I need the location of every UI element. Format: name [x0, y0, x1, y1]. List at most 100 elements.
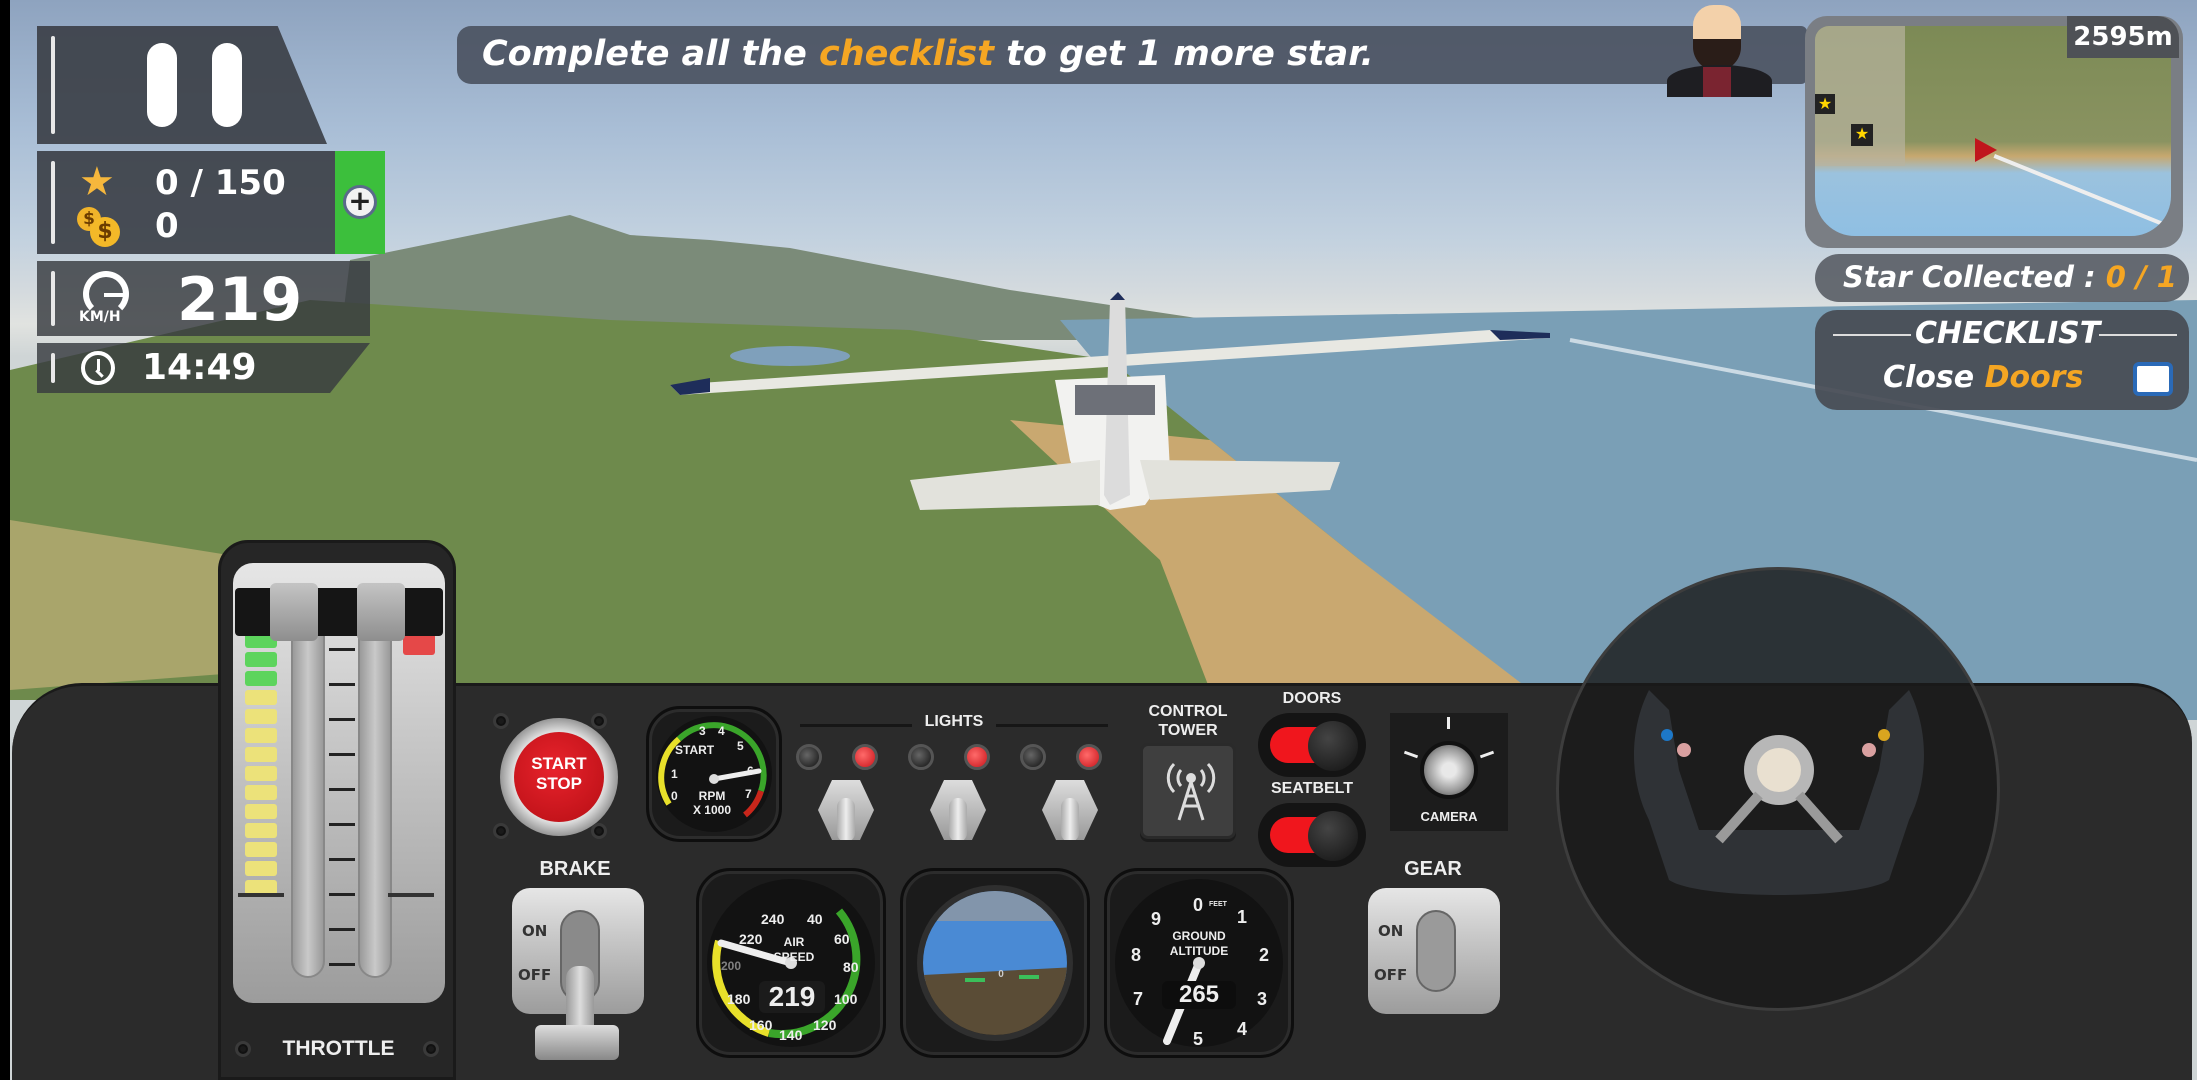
gear-lever[interactable] [1416, 910, 1456, 992]
star-collected-label: Star Collected : [1843, 260, 2106, 294]
route-line [1993, 154, 2171, 233]
brake-switch[interactable]: ON OFF [512, 888, 644, 1056]
altitude-label: GROUND [1172, 929, 1226, 943]
throttle-tick [329, 963, 355, 966]
light-indicator [964, 744, 990, 770]
hint-text: Complete all the checklist to get 1 more… [482, 34, 1374, 74]
hint-banner: Complete all the checklist to get 1 more… [457, 26, 1807, 84]
light-indicator [1076, 744, 1102, 770]
altitude-tick: 4 [1237, 1019, 1248, 1039]
altitude-unit: FEET [1209, 901, 1227, 908]
pause-icon[interactable] [212, 43, 242, 127]
gear-switch[interactable]: ON OFF [1368, 888, 1500, 1014]
coins-count: 0 [155, 206, 179, 246]
airspeed-tick: 240 [761, 911, 785, 927]
start-label: START [531, 754, 587, 773]
altitude-readout: 265 [1162, 981, 1236, 1009]
throttle-tick [329, 893, 355, 896]
rpm-tick: 7 [745, 787, 752, 801]
rpm-tick: 3 [699, 724, 706, 738]
throttle-led [245, 671, 277, 686]
map-star-icon: ★ [1815, 94, 1835, 114]
airspeed-readout: 219 [759, 981, 825, 1013]
rpm-gauge: START 0 1 3 4 5 6 7 RPM X 1000 [646, 706, 782, 842]
control-tower-label: TOWER [1158, 722, 1218, 739]
camera-knob-panel: CAMERA [1390, 713, 1508, 831]
yoke-icon [1634, 690, 1924, 895]
light-indicator [908, 744, 934, 770]
altitude-tick: 8 [1131, 945, 1142, 965]
speed-panel: KM/H 219 [37, 261, 370, 336]
time-value: 14:49 [142, 347, 257, 388]
time-panel: 14:49 [37, 343, 370, 393]
altitude-tick: 1 [1237, 907, 1248, 927]
speedometer-icon [77, 267, 137, 317]
coin-icon: $ $ [77, 207, 121, 247]
add-currency-button[interactable]: + [335, 151, 385, 254]
checklist-item-verb: Close [1883, 360, 1985, 395]
light-indicator [852, 744, 878, 770]
airspeed-tick: 80 [843, 959, 859, 975]
altitude-tick: 3 [1257, 989, 1268, 1009]
throttle-tick [329, 648, 355, 651]
throttle-led [245, 766, 277, 781]
player-arrow-icon [1975, 138, 1997, 162]
throttle-housing: THROTTLE [218, 540, 456, 1080]
pause-panel[interactable] [37, 26, 327, 144]
checklist-item-object: Doors [1984, 360, 2084, 395]
pause-icon[interactable] [147, 43, 177, 127]
throttle-tick [329, 683, 355, 686]
hud-divider [51, 36, 55, 134]
throttle-led [245, 728, 277, 743]
doors-toggle[interactable] [1258, 713, 1366, 777]
checklist-panel: CHECKLIST Close Doors [1815, 310, 2189, 410]
minimap[interactable]: ★ ★ 2595m [1805, 16, 2183, 248]
airspeed-tick: 60 [834, 931, 850, 947]
seatbelt-label: SEATBELT [1270, 780, 1354, 797]
throttle-led [245, 690, 277, 705]
distance-readout: 2595m [2067, 16, 2179, 58]
checklist-checkbox[interactable] [2133, 362, 2173, 396]
altitude-tick: 9 [1151, 909, 1162, 929]
start-stop-button[interactable]: START STOP [500, 718, 618, 836]
yoke-control[interactable] [1556, 567, 2000, 1011]
doors-label: DOORS [1282, 690, 1342, 707]
light-indicator [1020, 744, 1046, 770]
altitude-gauge: 0 FEET 1 2 3 4 5 7 8 9 GROUND ALTITUDE 26… [1104, 868, 1294, 1058]
throttle-track-right [358, 633, 392, 978]
throttle-tick [329, 928, 355, 931]
airspeed-tick: 160 [749, 1017, 773, 1033]
throttle-led [245, 747, 277, 762]
screw [493, 713, 509, 729]
throttle-plate [233, 563, 445, 1003]
airspeed-tick: 120 [813, 1017, 837, 1033]
throttle-scale [329, 633, 355, 978]
airspeed-tick: 180 [727, 991, 751, 1007]
throttle-led [245, 652, 277, 667]
camera-knob[interactable] [1420, 741, 1478, 799]
seatbelt-toggle[interactable] [1258, 803, 1366, 867]
radio-tower-icon [1166, 762, 1216, 821]
star-icon: ★ [79, 159, 115, 205]
lake [730, 346, 850, 366]
throttle-led [245, 709, 277, 724]
throttle-label: THROTTLE [282, 1037, 395, 1060]
rpm-tick: 4 [718, 724, 725, 738]
rpm-multiplier: X 1000 [692, 803, 732, 817]
plus-icon: + [343, 185, 377, 219]
throttle-tick [329, 823, 355, 826]
rpm-start-label: START [675, 743, 715, 757]
throttle-track-left [291, 633, 325, 978]
throttle-handle[interactable] [235, 583, 443, 641]
control-tower-button[interactable] [1140, 743, 1236, 839]
throttle-led [245, 842, 277, 857]
lights-label: LIGHTS [912, 713, 996, 731]
airspeed-tick: 220 [739, 931, 763, 947]
star-collected-panel: Star Collected : 0 / 1 [1815, 254, 2189, 302]
gear-off-label: OFF [1374, 966, 1408, 984]
brake-lever-handle[interactable] [535, 1025, 619, 1060]
throttle-tick [329, 788, 355, 791]
attitude-zero: 0 [998, 969, 1004, 980]
throttle-led [245, 785, 277, 800]
throttle-led [245, 823, 277, 838]
